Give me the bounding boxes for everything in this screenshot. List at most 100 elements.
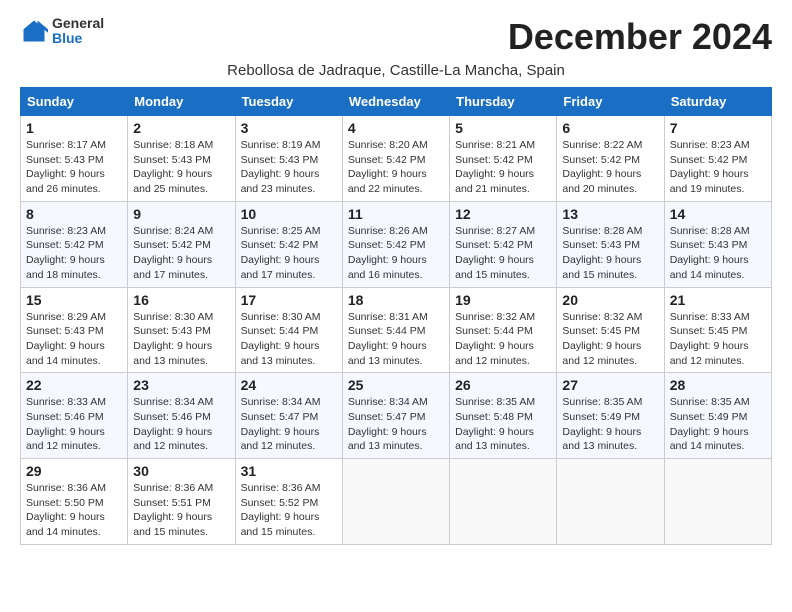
day-info: Sunrise: 8:32 AM Sunset: 5:45 PM Dayligh…: [562, 310, 658, 369]
day-number: 28: [670, 377, 766, 393]
calendar-cell: 23 Sunrise: 8:34 AM Sunset: 5:46 PM Dayli…: [128, 373, 235, 459]
calendar-week-row: 15 Sunrise: 8:29 AM Sunset: 5:43 PM Dayli…: [21, 287, 772, 373]
weekday-header-wednesday: Wednesday: [342, 88, 449, 116]
day-number: 23: [133, 377, 229, 393]
calendar-cell: 27 Sunrise: 8:35 AM Sunset: 5:49 PM Dayli…: [557, 373, 664, 459]
day-number: 17: [241, 292, 337, 308]
weekday-header-row: SundayMondayTuesdayWednesdayThursdayFrid…: [21, 88, 772, 116]
day-number: 15: [26, 292, 122, 308]
calendar-cell: 17Sunrise: 8:30 AM Sunset: 5:44 PM Dayli…: [235, 287, 342, 373]
day-info: Sunrise: 8:34 AM Sunset: 5:46 PM Dayligh…: [133, 395, 229, 454]
calendar-cell: 24 Sunrise: 8:34 AM Sunset: 5:47 PM Dayli…: [235, 373, 342, 459]
day-info: Sunrise: 8:26 AM Sunset: 5:42 PM Dayligh…: [348, 224, 444, 283]
calendar-cell: 26Sunrise: 8:35 AM Sunset: 5:48 PM Dayli…: [450, 373, 557, 459]
day-info: Sunrise: 8:23 AM Sunset: 5:42 PM Dayligh…: [26, 224, 122, 283]
day-number: 24: [241, 377, 337, 393]
calendar-cell: 9 Sunrise: 8:24 AM Sunset: 5:42 PM Daylig…: [128, 201, 235, 287]
day-number: 9: [133, 206, 229, 222]
calendar-cell: 6 Sunrise: 8:22 AM Sunset: 5:42 PM Daylig…: [557, 116, 664, 202]
day-info: Sunrise: 8:27 AM Sunset: 5:42 PM Dayligh…: [455, 224, 551, 283]
day-info: Sunrise: 8:35 AM Sunset: 5:49 PM Dayligh…: [562, 395, 658, 454]
calendar-cell: 18 Sunrise: 8:31 AM Sunset: 5:44 PM Dayli…: [342, 287, 449, 373]
day-number: 20: [562, 292, 658, 308]
weekday-header-sunday: Sunday: [21, 88, 128, 116]
day-number: 3: [241, 120, 337, 136]
calendar-cell: 10 Sunrise: 8:25 AM Sunset: 5:42 PM Dayli…: [235, 201, 342, 287]
calendar-week-row: 8 Sunrise: 8:23 AM Sunset: 5:42 PM Daylig…: [21, 201, 772, 287]
day-info: Sunrise: 8:25 AM Sunset: 5:42 PM Dayligh…: [241, 224, 337, 283]
logo-icon: [20, 17, 48, 45]
day-number: 1: [26, 120, 122, 136]
day-info: Sunrise: 8:20 AM Sunset: 5:42 PM Dayligh…: [348, 138, 444, 197]
day-number: 8: [26, 206, 122, 222]
day-info: Sunrise: 8:36 AM Sunset: 5:51 PM Dayligh…: [133, 481, 229, 540]
day-number: 2: [133, 120, 229, 136]
calendar-cell: 13 Sunrise: 8:28 AM Sunset: 5:43 PM Dayli…: [557, 201, 664, 287]
day-info: Sunrise: 8:23 AM Sunset: 5:42 PM Dayligh…: [670, 138, 766, 197]
day-info: Sunrise: 8:29 AM Sunset: 5:43 PM Dayligh…: [26, 310, 122, 369]
calendar-cell: 3 Sunrise: 8:19 AM Sunset: 5:43 PM Daylig…: [235, 116, 342, 202]
calendar-cell: 25Sunrise: 8:34 AM Sunset: 5:47 PM Dayli…: [342, 373, 449, 459]
month-title: December 2024: [508, 16, 772, 58]
day-info: Sunrise: 8:35 AM Sunset: 5:49 PM Dayligh…: [670, 395, 766, 454]
day-number: 12: [455, 206, 551, 222]
calendar-cell: [342, 459, 449, 545]
day-info: Sunrise: 8:31 AM Sunset: 5:44 PM Dayligh…: [348, 310, 444, 369]
day-number: 18: [348, 292, 444, 308]
calendar-cell: 16 Sunrise: 8:30 AM Sunset: 5:43 PM Dayli…: [128, 287, 235, 373]
calendar-table: SundayMondayTuesdayWednesdayThursdayFrid…: [20, 87, 772, 545]
calendar-cell: 2Sunrise: 8:18 AM Sunset: 5:43 PM Daylig…: [128, 116, 235, 202]
day-info: Sunrise: 8:24 AM Sunset: 5:42 PM Dayligh…: [133, 224, 229, 283]
day-number: 16: [133, 292, 229, 308]
day-number: 6: [562, 120, 658, 136]
day-number: 26: [455, 377, 551, 393]
day-number: 13: [562, 206, 658, 222]
calendar-cell: [557, 459, 664, 545]
logo: General Blue: [20, 16, 104, 47]
day-info: Sunrise: 8:30 AM Sunset: 5:43 PM Dayligh…: [133, 310, 229, 369]
calendar-cell: 29 Sunrise: 8:36 AM Sunset: 5:50 PM Dayli…: [21, 459, 128, 545]
calendar-week-row: 29 Sunrise: 8:36 AM Sunset: 5:50 PM Dayli…: [21, 459, 772, 545]
calendar-cell: 30 Sunrise: 8:36 AM Sunset: 5:51 PM Dayli…: [128, 459, 235, 545]
calendar-cell: 8 Sunrise: 8:23 AM Sunset: 5:42 PM Daylig…: [21, 201, 128, 287]
calendar-cell: 5Sunrise: 8:21 AM Sunset: 5:42 PM Daylig…: [450, 116, 557, 202]
calendar-cell: 7Sunrise: 8:23 AM Sunset: 5:42 PM Daylig…: [664, 116, 771, 202]
day-number: 10: [241, 206, 337, 222]
weekday-header-friday: Friday: [557, 88, 664, 116]
day-info: Sunrise: 8:28 AM Sunset: 5:43 PM Dayligh…: [562, 224, 658, 283]
day-number: 19: [455, 292, 551, 308]
weekday-header-saturday: Saturday: [664, 88, 771, 116]
day-info: Sunrise: 8:36 AM Sunset: 5:52 PM Dayligh…: [241, 481, 337, 540]
calendar-cell: 15 Sunrise: 8:29 AM Sunset: 5:43 PM Dayli…: [21, 287, 128, 373]
day-info: Sunrise: 8:17 AM Sunset: 5:43 PM Dayligh…: [26, 138, 122, 197]
day-info: Sunrise: 8:34 AM Sunset: 5:47 PM Dayligh…: [241, 395, 337, 454]
calendar-cell: [450, 459, 557, 545]
calendar-cell: 21Sunrise: 8:33 AM Sunset: 5:45 PM Dayli…: [664, 287, 771, 373]
calendar-cell: [664, 459, 771, 545]
calendar-cell: 22Sunrise: 8:33 AM Sunset: 5:46 PM Dayli…: [21, 373, 128, 459]
calendar-cell: 28 Sunrise: 8:35 AM Sunset: 5:49 PM Dayli…: [664, 373, 771, 459]
day-info: Sunrise: 8:36 AM Sunset: 5:50 PM Dayligh…: [26, 481, 122, 540]
day-number: 25: [348, 377, 444, 393]
day-number: 4: [348, 120, 444, 136]
day-number: 22: [26, 377, 122, 393]
calendar-cell: 20 Sunrise: 8:32 AM Sunset: 5:45 PM Dayli…: [557, 287, 664, 373]
day-number: 11: [348, 206, 444, 222]
logo-general-text: General: [52, 16, 104, 31]
day-info: Sunrise: 8:32 AM Sunset: 5:44 PM Dayligh…: [455, 310, 551, 369]
weekday-header-thursday: Thursday: [450, 88, 557, 116]
calendar-week-row: 1 Sunrise: 8:17 AM Sunset: 5:43 PM Daylig…: [21, 116, 772, 202]
day-info: Sunrise: 8:22 AM Sunset: 5:42 PM Dayligh…: [562, 138, 658, 197]
calendar-cell: 19 Sunrise: 8:32 AM Sunset: 5:44 PM Dayli…: [450, 287, 557, 373]
page-header: General Blue December 2024: [20, 16, 772, 58]
calendar-week-row: 22Sunrise: 8:33 AM Sunset: 5:46 PM Dayli…: [21, 373, 772, 459]
day-info: Sunrise: 8:21 AM Sunset: 5:42 PM Dayligh…: [455, 138, 551, 197]
calendar-cell: 31Sunrise: 8:36 AM Sunset: 5:52 PM Dayli…: [235, 459, 342, 545]
day-number: 29: [26, 463, 122, 479]
location-subtitle: Rebollosa de Jadraque, Castille-La Manch…: [20, 62, 772, 79]
calendar-cell: 12 Sunrise: 8:27 AM Sunset: 5:42 PM Dayli…: [450, 201, 557, 287]
day-info: Sunrise: 8:19 AM Sunset: 5:43 PM Dayligh…: [241, 138, 337, 197]
day-info: Sunrise: 8:28 AM Sunset: 5:43 PM Dayligh…: [670, 224, 766, 283]
day-number: 30: [133, 463, 229, 479]
day-number: 27: [562, 377, 658, 393]
